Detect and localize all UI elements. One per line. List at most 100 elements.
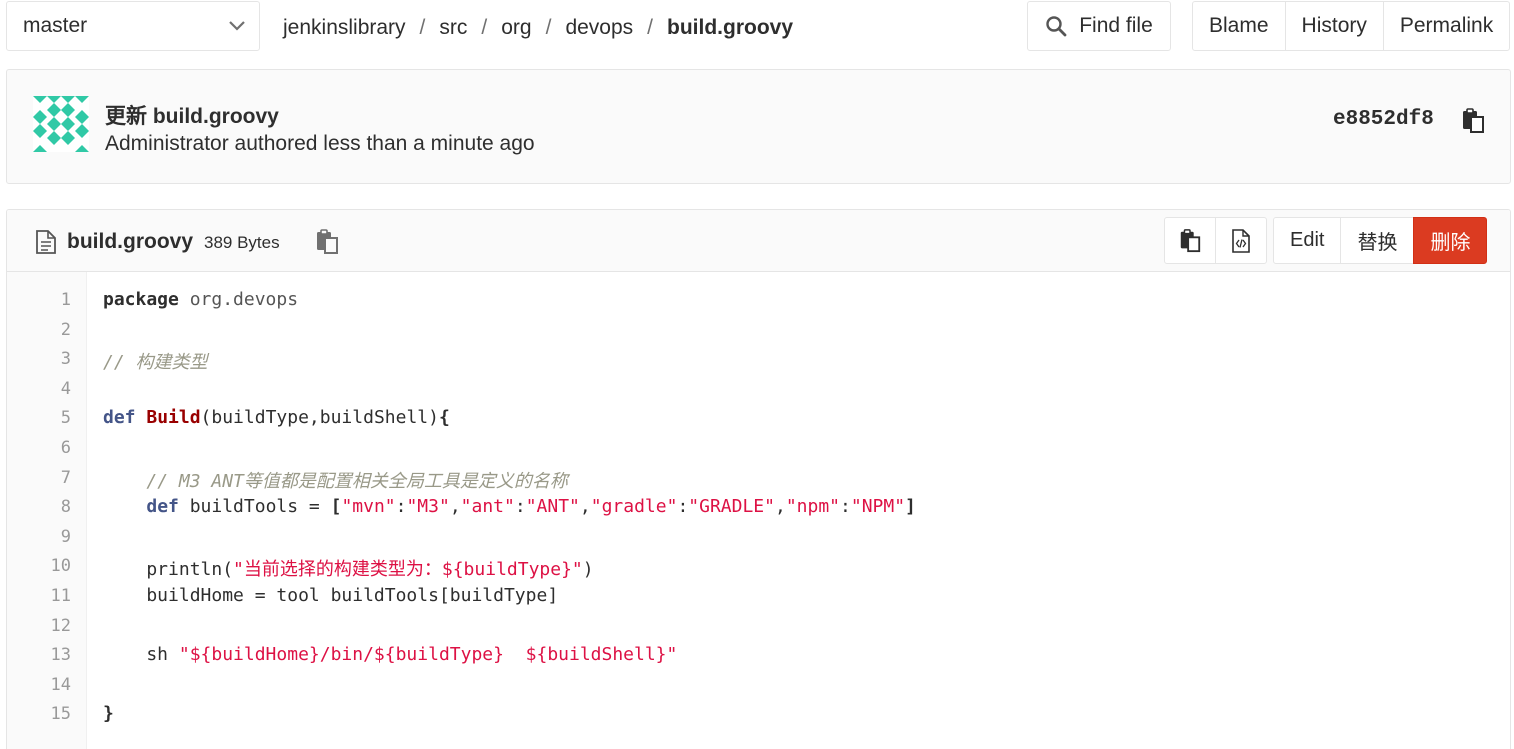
code-token: "gradle" (590, 496, 678, 518)
code-token: def (146, 496, 179, 518)
code-token: ) (582, 559, 594, 581)
code-token: Build (146, 407, 201, 429)
code-line: // 构建类型 (103, 348, 208, 374)
commit-author-meta: Administrator authored less than a minut… (105, 132, 535, 155)
breadcrumb-separator: / (419, 16, 426, 39)
chevron-down-icon (229, 21, 245, 31)
breadcrumb-separator: / (647, 16, 653, 39)
code-token: sh (103, 644, 179, 666)
file-text-icon (36, 230, 56, 254)
breadcrumb-item-org[interactable]: org (501, 16, 531, 40)
find-file-button[interactable]: Find file (1027, 1, 1171, 51)
edit-button[interactable]: Edit (1273, 217, 1342, 264)
code-token: "NPM" (850, 496, 906, 518)
open-raw-button[interactable] (1215, 217, 1267, 264)
code-token: "ANT" (525, 496, 580, 518)
commit-title[interactable]: 更新 build.groovy (105, 100, 279, 130)
breadcrumb-separator: / (481, 16, 488, 39)
breadcrumb-item-project[interactable]: jenkinslibrary (283, 16, 406, 40)
file-action-buttons: Edit 替换 删除 (1273, 217, 1488, 264)
commit-sha[interactable]: e8852df8 (1333, 108, 1434, 131)
code-token: "ant" (460, 496, 515, 518)
line-number[interactable]: 10 (7, 556, 71, 576)
line-number[interactable]: 2 (7, 320, 71, 340)
copy-icon[interactable] (1460, 108, 1486, 134)
code-token: "M3" (406, 496, 450, 518)
code-token: "当前选择的构建类型为：${buildType}" (233, 559, 583, 581)
line-number[interactable]: 13 (7, 645, 71, 665)
code-token: { (438, 407, 450, 429)
line-number[interactable]: 8 (7, 497, 71, 517)
breadcrumb-item-current-file[interactable]: build.groovy (667, 16, 793, 40)
code-token: } (103, 703, 114, 725)
copy-icon (1180, 228, 1201, 252)
code-token: (buildType,buildShell) (200, 407, 439, 429)
line-number[interactable]: 6 (7, 438, 71, 458)
code-token: // 构建类型 (103, 352, 208, 374)
code-token: : (840, 496, 851, 518)
code-line: buildHome = tool buildTools[buildType] (103, 585, 558, 606)
code-line: package org.devops (103, 289, 298, 310)
copy-source-button[interactable] (1164, 217, 1216, 264)
line-number[interactable]: 14 (7, 675, 71, 695)
permalink-button[interactable]: Permalink (1382, 1, 1511, 51)
code-token: [ (330, 496, 342, 518)
file-viewer: build.groovy 389 Bytes Edit 替换 删除 1 2 3 … (6, 209, 1511, 749)
code-token: println( (103, 559, 234, 581)
file-icon-buttons (1164, 217, 1267, 264)
line-number[interactable]: 5 (7, 408, 71, 428)
code-token: buildHome = tool buildTools[buildType] (103, 585, 559, 606)
code-token: org.devops (189, 289, 299, 310)
code-token: "GRADLE" (688, 496, 775, 518)
copy-file-path-icon[interactable] (314, 229, 340, 255)
code-token: "mvn" (341, 496, 396, 518)
code-token: buildTools = (178, 496, 331, 518)
line-number[interactable]: 9 (7, 527, 71, 547)
code-line: println("当前选择的构建类型为：${buildType}") (103, 555, 594, 581)
history-button[interactable]: History (1284, 1, 1384, 51)
code-token: : (514, 496, 526, 518)
branch-select[interactable]: master (6, 1, 260, 51)
code-viewer[interactable]: 1 2 3 4 5 6 7 8 9 10 11 12 13 14 15 package org.devops… (7, 272, 1510, 749)
line-number-gutter: 1 2 3 4 5 6 7 8 9 10 11 12 13 14 15 (7, 272, 87, 749)
code-token: ] (905, 496, 916, 518)
code-line: def Build(buildType,buildShell){ (103, 407, 450, 428)
code-line: def buildTools = ["mvn":"M3","ant":"ANT"… (103, 496, 916, 517)
line-number[interactable]: 15 (7, 704, 71, 724)
code-token: : (677, 496, 689, 518)
search-icon (1046, 16, 1067, 37)
code-token: package (103, 289, 179, 310)
line-number[interactable]: 11 (7, 586, 71, 606)
line-number[interactable]: 1 (7, 290, 71, 310)
line-number[interactable]: 4 (7, 379, 71, 399)
last-commit-panel: 更新 build.groovy Administrator authored l… (6, 69, 1511, 184)
line-number[interactable]: 3 (7, 349, 71, 369)
code-token: , (449, 496, 461, 518)
replace-button[interactable]: 替换 (1340, 217, 1415, 264)
code-token: "npm" (785, 496, 841, 518)
branch-name: master (23, 14, 88, 37)
code-line: } (103, 703, 114, 724)
code-line: sh "${buildHome}/bin/${buildType} ${buil… (103, 644, 677, 665)
avatar[interactable] (33, 96, 89, 152)
breadcrumb-item-src[interactable]: src (439, 16, 467, 40)
code-token: : (395, 496, 407, 518)
file-size: 389 Bytes (204, 233, 280, 252)
code-token: def (103, 407, 136, 429)
delete-button[interactable]: 删除 (1413, 217, 1488, 264)
breadcrumb: jenkinslibrary / src / org / devops / bu… (283, 0, 793, 56)
blame-button[interactable]: Blame (1192, 1, 1286, 51)
code-token: // M3 ANT等值都是配置相关全局工具是定义的名称 (146, 470, 568, 492)
breadcrumb-item-devops[interactable]: devops (565, 16, 633, 40)
code-token: , (774, 496, 786, 518)
code-line: // M3 ANT等值都是配置相关全局工具是定义的名称 (103, 467, 568, 493)
file-view-buttons: Blame History Permalink (1192, 1, 1511, 51)
breadcrumb-separator: / (545, 16, 552, 39)
find-file-label: Find file (1079, 14, 1153, 37)
line-number[interactable]: 7 (7, 468, 71, 488)
line-number[interactable]: 12 (7, 616, 71, 636)
